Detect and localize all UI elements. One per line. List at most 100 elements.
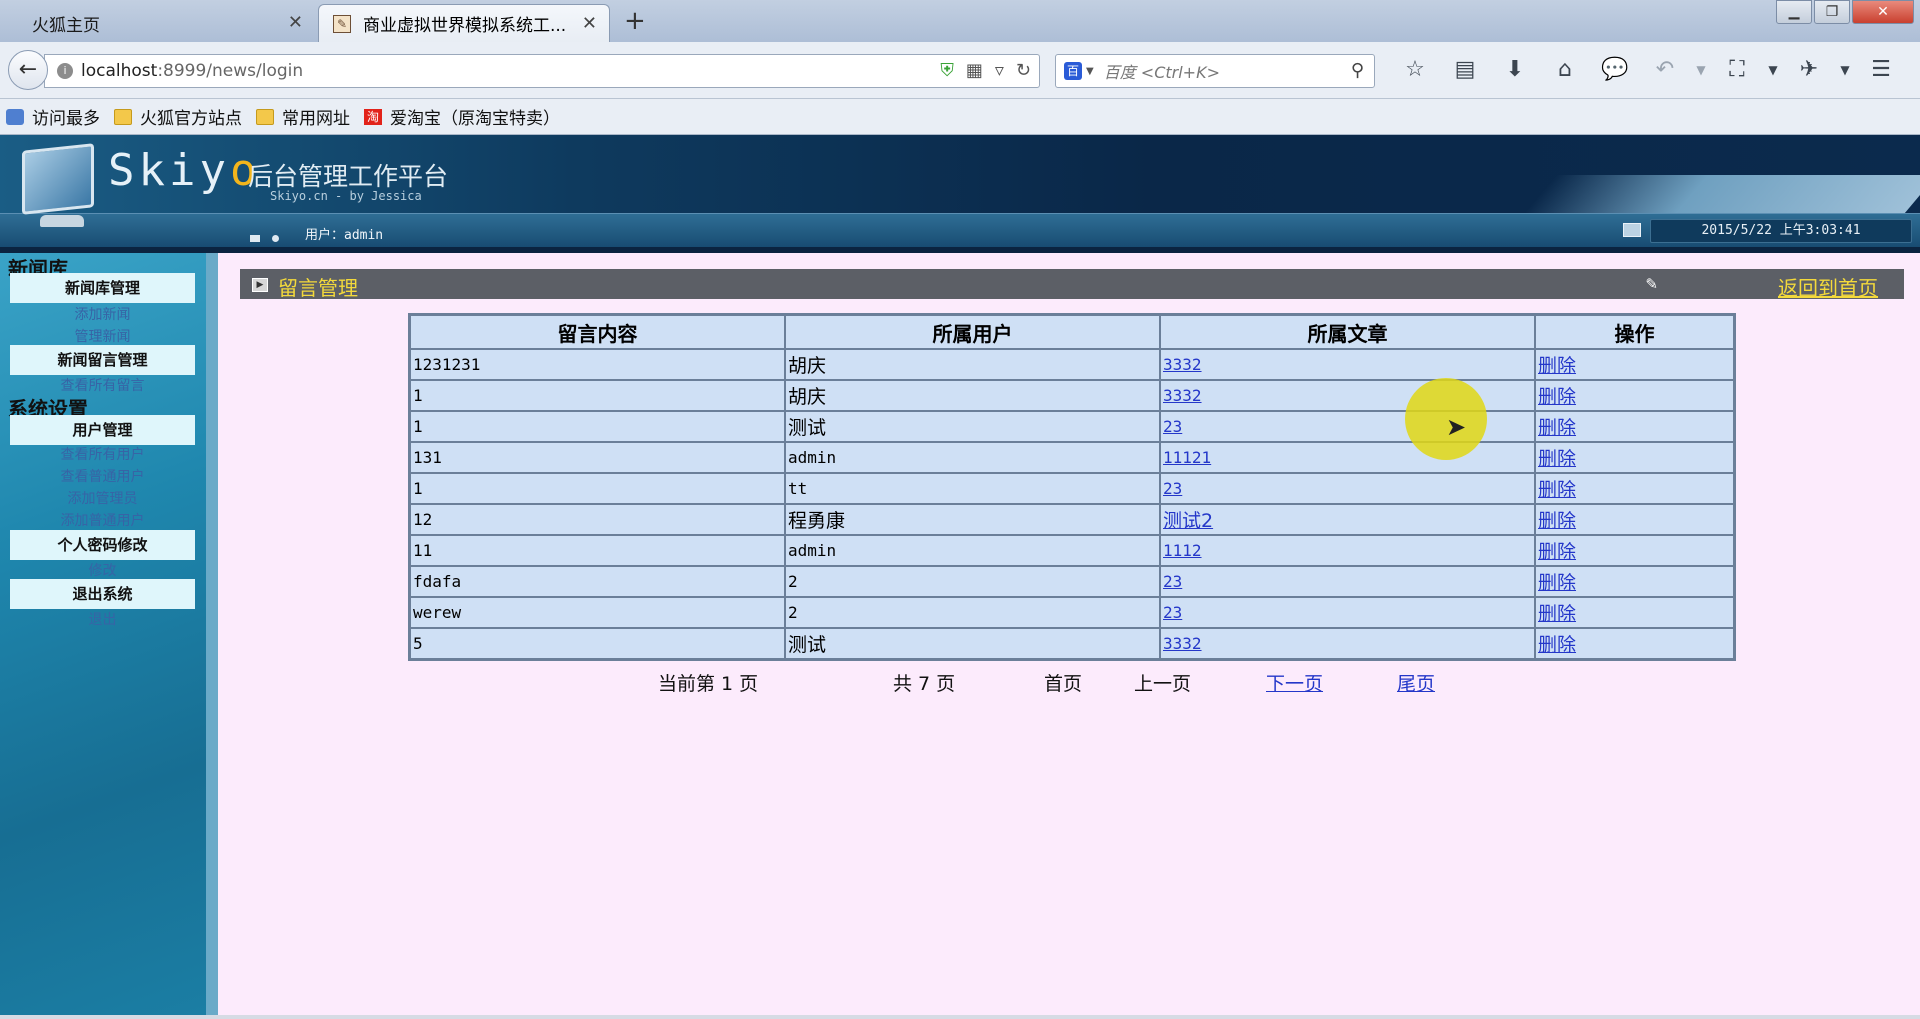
crop-dropdown-icon[interactable]: ▼ xyxy=(1762,52,1784,88)
search-engine-dropdown-icon[interactable]: ▼ xyxy=(1086,66,1094,77)
cell-article-link[interactable]: 测试2 xyxy=(1163,510,1213,532)
bookmark-firefox-site[interactable]: 火狐官方站点 xyxy=(114,104,242,129)
cell-action-link[interactable]: 删除 xyxy=(1538,541,1576,563)
folder-icon xyxy=(256,108,274,125)
pager-last-link[interactable]: 尾页 xyxy=(1397,669,1435,696)
cell-article-link[interactable]: 23 xyxy=(1163,603,1182,622)
site-logo: Skiyo xyxy=(108,145,261,196)
sidebar-add-admin[interactable]: 添加管理员 xyxy=(10,488,195,508)
cell-action: 删除 xyxy=(1535,349,1734,380)
cell-action-link[interactable]: 删除 xyxy=(1538,634,1576,656)
menu-icon[interactable]: ☰ xyxy=(1856,52,1906,88)
cell-content: 12 xyxy=(410,504,785,535)
bookmark-common-urls[interactable]: 常用网址 xyxy=(256,104,350,129)
cell-article-link[interactable]: 23 xyxy=(1163,479,1182,498)
cell-content: 11 xyxy=(410,535,785,566)
cell-article-link[interactable]: 3332 xyxy=(1163,634,1202,653)
back-to-home-link[interactable]: 返回到首页 xyxy=(1778,272,1878,301)
arrow-right-icon: ▶ xyxy=(252,278,268,292)
cell-action: 删除 xyxy=(1535,566,1734,597)
url-text[interactable]: localhost:8999/news/login xyxy=(81,61,303,81)
cell-action-link[interactable]: 删除 xyxy=(1538,386,1576,408)
table-row: 12 程勇康 测试2 删除 xyxy=(410,504,1734,535)
sidebar-exit[interactable]: 退出 xyxy=(10,609,195,629)
table-body: 1231231 胡庆 3332 删除 1 胡庆 3332 删除 1 测试 23 删除 131 admin 1… xyxy=(410,349,1734,659)
new-tab-icon[interactable]: + xyxy=(624,6,646,36)
cell-article-link[interactable]: 11121 xyxy=(1163,448,1211,467)
cell-action-link[interactable]: 删除 xyxy=(1538,448,1576,470)
cell-article: 3332 xyxy=(1160,628,1535,659)
table-row: 1 测试 23 删除 xyxy=(410,411,1734,442)
close-tab-icon[interactable]: ✕ xyxy=(288,12,303,33)
cell-user: 测试 xyxy=(785,411,1160,442)
reading-list-icon[interactable]: ▤ xyxy=(1440,52,1490,88)
back-button[interactable]: ← xyxy=(8,50,48,90)
screenshot-crop-icon[interactable]: ⛶ xyxy=(1712,52,1762,88)
tab-business-sim[interactable]: ✎ 商业虚拟世界模拟系统工... ✕ xyxy=(318,4,610,42)
cell-article-link[interactable]: 23 xyxy=(1163,572,1182,591)
site-info-icon[interactable]: i xyxy=(57,63,73,79)
reload-icon[interactable]: ↻ xyxy=(1016,60,1031,81)
cell-action-link[interactable]: 删除 xyxy=(1538,603,1576,625)
sidebar-modify[interactable]: 修改 xyxy=(10,560,195,580)
cell-action-link[interactable]: 删除 xyxy=(1538,417,1576,439)
download-icon[interactable]: ⬇ xyxy=(1490,52,1540,88)
tab-firefox-home[interactable]: 火狐主页 ✕ xyxy=(0,4,315,42)
restore-icon[interactable]: ❐ xyxy=(1814,0,1850,24)
bookmark-label: 火狐官方站点 xyxy=(140,109,242,129)
content-title-bar: ▶ 留言管理 ✎ 返回到首页 xyxy=(240,269,1904,301)
sidebar-add-news[interactable]: 添加新闻 xyxy=(10,304,195,324)
home-icon[interactable]: ⌂ xyxy=(1540,52,1590,88)
chat-icon[interactable]: 💬 xyxy=(1590,52,1640,88)
cell-action-link[interactable]: 删除 xyxy=(1538,479,1576,501)
cell-article-link[interactable]: 1112 xyxy=(1163,541,1202,560)
sidebar-password[interactable]: 个人密码修改 xyxy=(10,530,195,560)
addon-icon[interactable]: ✈ xyxy=(1784,52,1834,88)
bookmark-aitaobao[interactable]: 淘爱淘宝（原淘宝特卖） xyxy=(364,104,560,129)
cell-action-link[interactable]: 删除 xyxy=(1538,572,1576,594)
cell-action-link[interactable]: 删除 xyxy=(1538,355,1576,377)
cell-article-link[interactable]: 3332 xyxy=(1163,355,1202,374)
qr-code-icon[interactable]: ▦ xyxy=(966,60,983,81)
table-row: 11 admin 1112 删除 xyxy=(410,535,1734,566)
current-user: 用户：admin xyxy=(305,228,384,243)
sidebar-exit-system[interactable]: 退出系统 xyxy=(10,579,195,609)
undo-icon[interactable]: ↶ xyxy=(1640,52,1690,88)
url-bar-icons: ⛨ ▦ ▿ ↻ xyxy=(940,60,1031,81)
pager-next-link[interactable]: 下一页 xyxy=(1266,669,1323,696)
cell-user: 2 xyxy=(785,566,1160,597)
sidebar-view-normal-users[interactable]: 查看普通用户 xyxy=(10,466,195,486)
mouse-cursor-icon: ➤ xyxy=(1446,413,1467,441)
cell-action-link[interactable]: 删除 xyxy=(1538,510,1576,532)
cell-article: 1112 xyxy=(1160,535,1535,566)
cell-action: 删除 xyxy=(1535,380,1734,411)
user-status-icons xyxy=(250,227,291,246)
sidebar-view-comments[interactable]: 查看所有留言 xyxy=(10,375,195,395)
sidebar-view-all-users[interactable]: 查看所有用户 xyxy=(10,444,195,464)
window-close-icon[interactable]: ✕ xyxy=(1852,0,1914,24)
dropdown-arrow-icon[interactable]: ▿ xyxy=(995,60,1004,81)
cell-article: 测试2 xyxy=(1160,504,1535,535)
sidebar-user-manage[interactable]: 用户管理 xyxy=(10,415,195,445)
date-time-display: 2015/5/22 上午3:03:41 xyxy=(1650,219,1912,243)
sidebar-news-manage[interactable]: 新闻库管理 xyxy=(10,273,195,303)
cell-article-link[interactable]: 3332 xyxy=(1163,386,1202,405)
column-header-user: 所属用户 xyxy=(785,315,1160,349)
undo-dropdown-icon[interactable]: ▼ xyxy=(1690,52,1712,88)
sidebar-manage-news[interactable]: 管理新闻 xyxy=(10,326,195,346)
search-icon[interactable]: ⚲ xyxy=(1351,60,1364,81)
bookmark-star-icon[interactable]: ☆ xyxy=(1390,52,1440,88)
bookmark-most-visited[interactable]: 访问最多 xyxy=(6,104,100,129)
shield-icon[interactable]: ⛨ xyxy=(940,60,954,81)
baidu-paw-icon[interactable]: 百 xyxy=(1064,62,1082,80)
cell-article-link[interactable]: 23 xyxy=(1163,417,1182,436)
search-box[interactable]: 百 ▼ 百度 <Ctrl+K> ⚲ xyxy=(1055,54,1375,88)
cell-content: 131 xyxy=(410,442,785,473)
addon-dropdown-icon[interactable]: ▼ xyxy=(1834,52,1856,88)
sidebar-comment-manage[interactable]: 新闻留言管理 xyxy=(10,345,195,375)
url-bar[interactable]: i localhost:8999/news/login ⛨ ▦ ▿ ↻ xyxy=(44,54,1040,88)
minimize-icon[interactable]: ▁ xyxy=(1776,0,1812,24)
cell-article: 23 xyxy=(1160,566,1535,597)
sidebar-add-normal-user[interactable]: 添加普通用户 xyxy=(10,510,195,530)
close-tab-icon[interactable]: ✕ xyxy=(582,13,597,34)
